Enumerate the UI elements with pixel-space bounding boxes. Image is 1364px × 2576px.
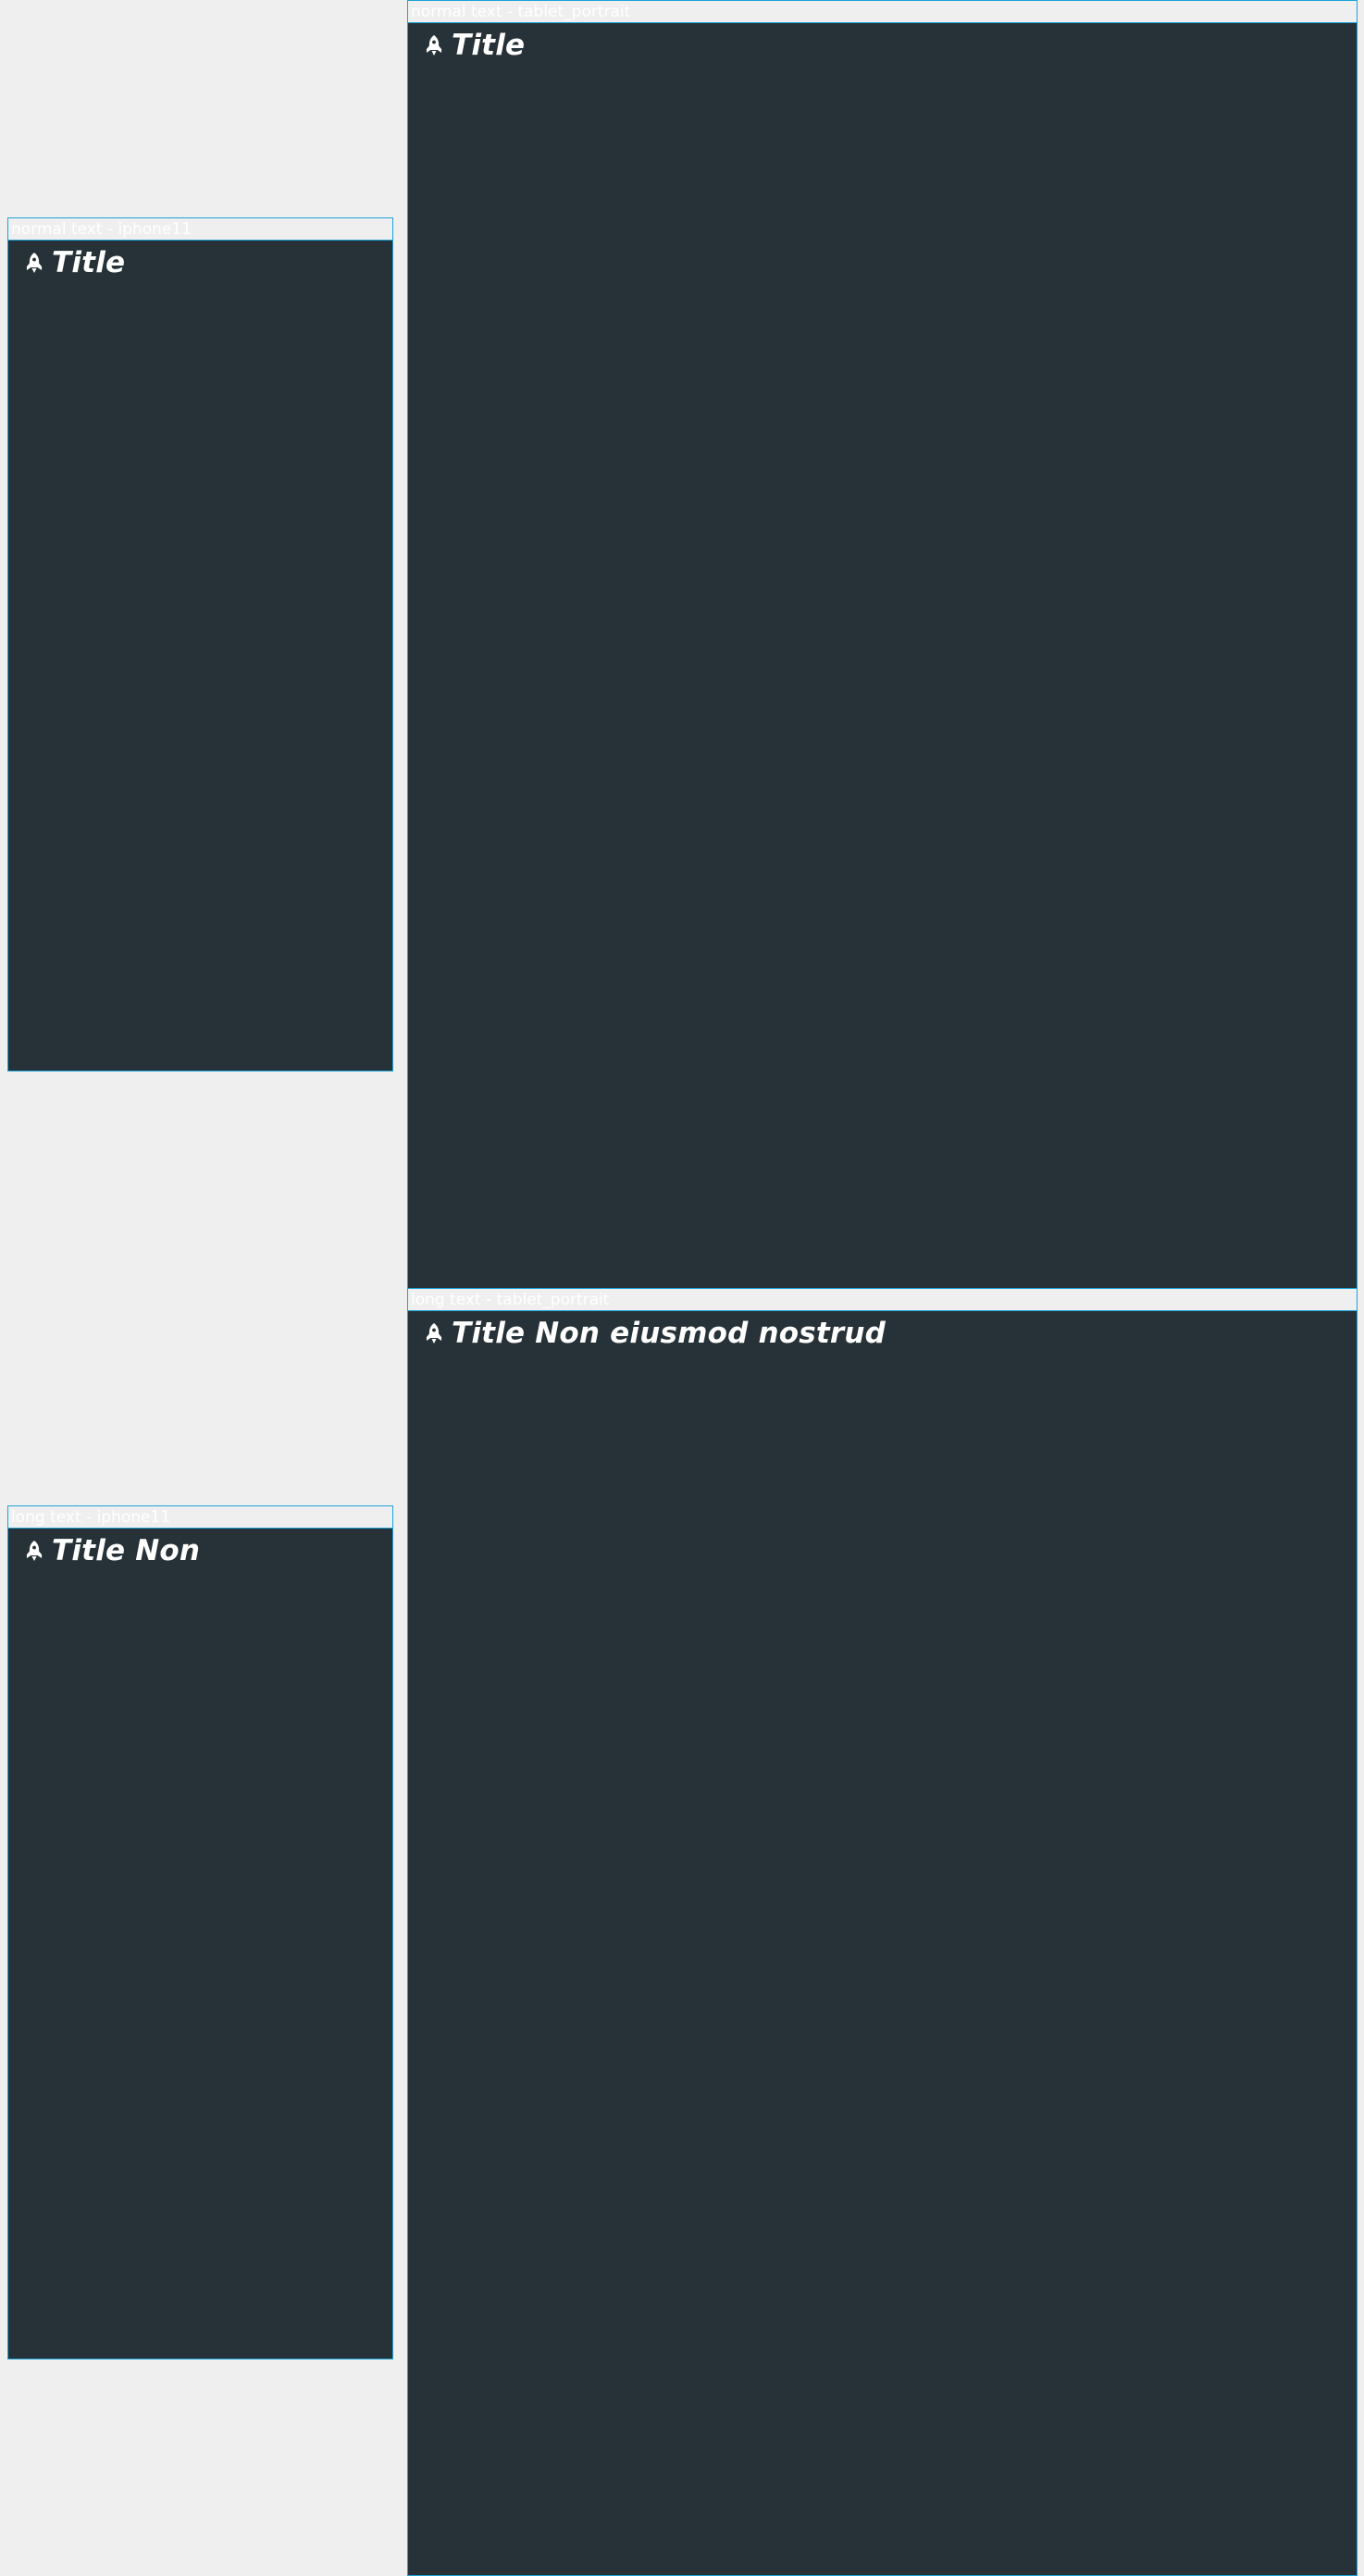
app-title: Title <box>452 29 526 62</box>
screen-content: Title Non eiusmod nostrud <box>408 1311 1357 2575</box>
rocket-icon <box>426 1323 442 1344</box>
rocket-icon <box>426 35 442 56</box>
app-title-row: Title <box>24 244 125 281</box>
preview-frame-long-tablet-portrait: long text - tablet_portrait Title Non ei… <box>407 1288 1358 2576</box>
frame-label: normal text - iphone11 <box>8 218 392 241</box>
app-title-row: Title Non <box>24 1532 200 1569</box>
screen-content: Title Non <box>8 1529 392 2359</box>
frame-label: long text - iphone11 <box>8 1506 392 1529</box>
app-title: Title Non eiusmod nostrud <box>452 1317 887 1350</box>
app-title: Title Non <box>52 1534 201 1567</box>
preview-frame-long-iphone11: long text - iphone11 Title Non <box>7 1505 393 2359</box>
rocket-icon <box>26 1541 43 1561</box>
preview-frame-normal-iphone11: normal text - iphone11 Title <box>7 217 393 1071</box>
app-title-row: Title <box>424 27 525 64</box>
preview-frame-normal-tablet-portrait: normal text - tablet_portrait Title <box>407 0 1358 1290</box>
frame-label: normal text - tablet_portrait <box>408 1 1357 23</box>
rocket-icon <box>26 253 43 273</box>
app-title: Title <box>52 246 126 279</box>
frame-label: long text - tablet_portrait <box>408 1289 1357 1311</box>
screen-content: Title <box>8 241 392 1071</box>
screen-content: Title <box>408 23 1357 1289</box>
app-title-row: Title Non eiusmod nostrud <box>424 1315 886 1352</box>
